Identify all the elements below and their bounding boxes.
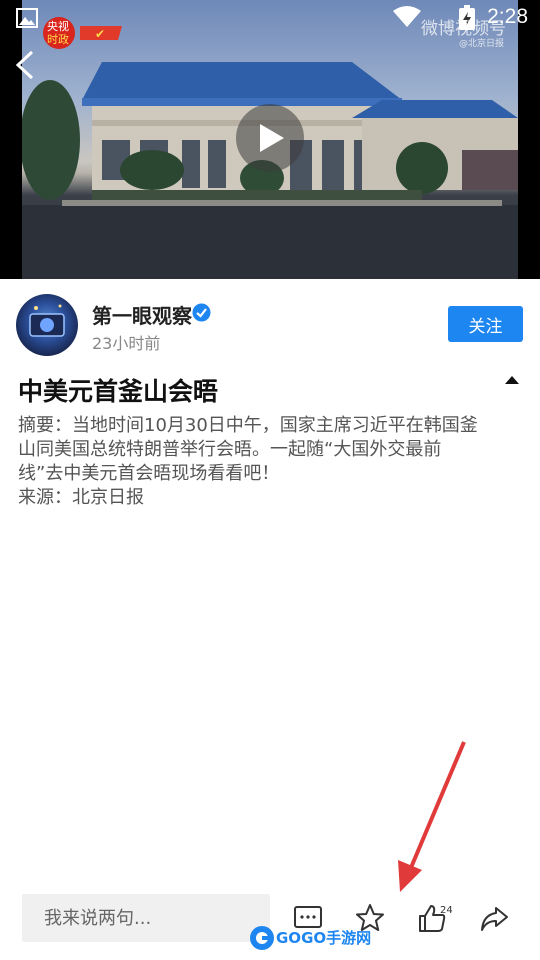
- annotation-arrow: [398, 741, 466, 892]
- comment-input[interactable]: [22, 894, 270, 942]
- play-icon: [260, 124, 284, 152]
- follow-button[interactable]: 关注: [448, 306, 523, 342]
- summary-line: 线”去中美元首会晤现场看看吧！: [18, 463, 280, 484]
- share-icon[interactable]: [478, 902, 510, 934]
- summary-line: 摘要：当地时间10月30日中午，国家主席习近平在韩国釜: [18, 415, 478, 436]
- article-title: 中美元首釜山会晤: [18, 377, 219, 406]
- site-watermark-logo: GOGO手游网: [248, 922, 371, 954]
- verified-icon: [192, 303, 211, 322]
- cctv-news-badge: ✔ 央视 时政: [40, 16, 126, 50]
- post-time: 23小时前: [92, 334, 161, 353]
- article-summary: 摘要：当地时间10月30日中午，国家主席习近平在韩国釜 山同美国总统特朗普举行会…: [18, 414, 526, 510]
- watermark-sub: @北京日报: [458, 39, 504, 49]
- svg-text:✔: ✔: [95, 27, 105, 41]
- site-logo-text: GOGO手游网: [276, 929, 372, 947]
- summary-source: 来源：北京日报: [18, 487, 144, 508]
- like-count: 24: [440, 905, 453, 916]
- video-watermark: 微博视频号 @北京日报: [410, 14, 506, 49]
- author-avatar[interactable]: [16, 294, 78, 356]
- summary-line: 山同美国总统特朗普举行会晤。一起随“大国外交最前: [18, 439, 442, 460]
- author-name[interactable]: 第一眼观察: [92, 300, 192, 329]
- badge-top-text: 央视: [47, 20, 69, 33]
- badge-bottom-text: 时政: [47, 33, 69, 46]
- play-button[interactable]: [236, 104, 304, 172]
- back-arrow-icon[interactable]: [12, 48, 38, 82]
- video-player[interactable]: 2:28 ✔ 央视 时政 微博视频号 @北京日报: [0, 0, 540, 279]
- gallery-icon: [16, 8, 38, 28]
- collapse-caret-icon[interactable]: [504, 374, 520, 386]
